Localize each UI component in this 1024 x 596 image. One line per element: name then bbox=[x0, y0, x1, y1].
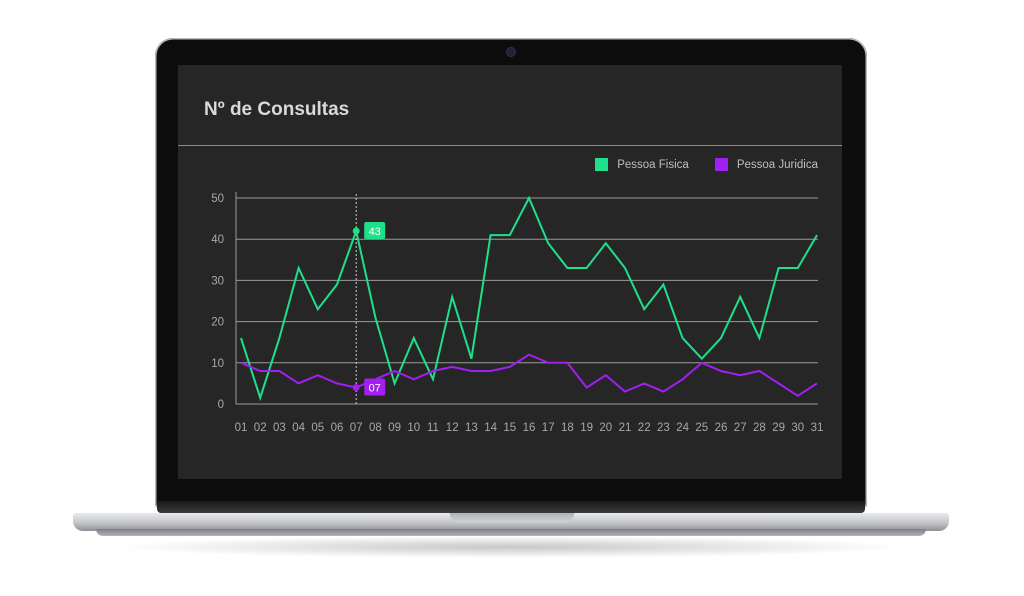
series-line-pessoa-fisica bbox=[240, 195, 818, 402]
x-tick-label-13: 13 bbox=[465, 422, 478, 434]
y-tick-label-30: 30 bbox=[211, 275, 224, 287]
x-tick-label-21: 21 bbox=[619, 422, 632, 434]
x-tick-label-08: 08 bbox=[369, 422, 382, 434]
x-tick-label-05: 05 bbox=[311, 422, 324, 434]
x-tick-label-26: 26 bbox=[715, 422, 728, 434]
x-tick-label-06: 06 bbox=[331, 422, 344, 434]
annotation-label-pessoa-fisica: 43 bbox=[369, 226, 381, 238]
laptop-screen: Nº de Consultas Pessoa Fisica Pessoa Jur… bbox=[178, 65, 842, 479]
x-tick-label-11: 11 bbox=[427, 422, 439, 434]
laptop-base-edge bbox=[96, 529, 926, 536]
y-tick-label-10: 10 bbox=[211, 358, 224, 370]
x-tick-label-28: 28 bbox=[753, 422, 766, 434]
annotation-dot-pessoa-fisica bbox=[352, 227, 360, 235]
x-tick-label-02: 02 bbox=[254, 422, 267, 434]
laptop-shadow bbox=[110, 536, 910, 558]
y-tick-label-40: 40 bbox=[211, 234, 224, 246]
laptop-hinge bbox=[157, 501, 865, 513]
line-chart: 0 10 20 30 40 50 01 02 03 04 05 06 07 08 09 10 11 12 13 14 1… bbox=[211, 192, 824, 434]
x-tick-label-15: 15 bbox=[503, 422, 516, 434]
x-tick-label-10: 10 bbox=[407, 422, 420, 434]
x-tick-label-04: 04 bbox=[292, 422, 305, 434]
x-tick-label-14: 14 bbox=[484, 422, 497, 434]
x-tick-label-23: 23 bbox=[657, 422, 670, 434]
series-line-pessoa-juridica bbox=[240, 353, 818, 397]
y-tick-label-50: 50 bbox=[211, 193, 224, 205]
x-tick-label-12: 12 bbox=[446, 422, 459, 434]
x-tick-label-03: 03 bbox=[273, 422, 286, 434]
x-tick-label-19: 19 bbox=[580, 422, 593, 434]
laptop-notch bbox=[450, 513, 574, 522]
annotation-dot-pessoa-juridica bbox=[352, 384, 360, 392]
x-tick-label-16: 16 bbox=[523, 422, 536, 434]
x-tick-label-01: 01 bbox=[235, 422, 248, 434]
x-tick-label-17: 17 bbox=[542, 422, 555, 434]
x-tick-label-29: 29 bbox=[772, 422, 785, 434]
x-tick-label-27: 27 bbox=[734, 422, 747, 434]
x-tick-label-09: 09 bbox=[388, 422, 401, 434]
x-tick-label-22: 22 bbox=[638, 422, 651, 434]
x-tick-label-25: 25 bbox=[695, 422, 708, 434]
x-tick-label-31: 31 bbox=[811, 422, 824, 434]
y-tick-label-20: 20 bbox=[211, 317, 224, 329]
x-tick-label-18: 18 bbox=[561, 422, 574, 434]
y-tick-label-0: 0 bbox=[218, 399, 224, 411]
x-tick-label-20: 20 bbox=[599, 422, 612, 434]
annotation-label-pessoa-juridica: 07 bbox=[369, 383, 381, 395]
x-tick-label-30: 30 bbox=[791, 422, 804, 434]
x-tick-label-07: 07 bbox=[350, 422, 363, 434]
x-tick-label-24: 24 bbox=[676, 422, 689, 434]
webcam-icon bbox=[507, 48, 515, 56]
